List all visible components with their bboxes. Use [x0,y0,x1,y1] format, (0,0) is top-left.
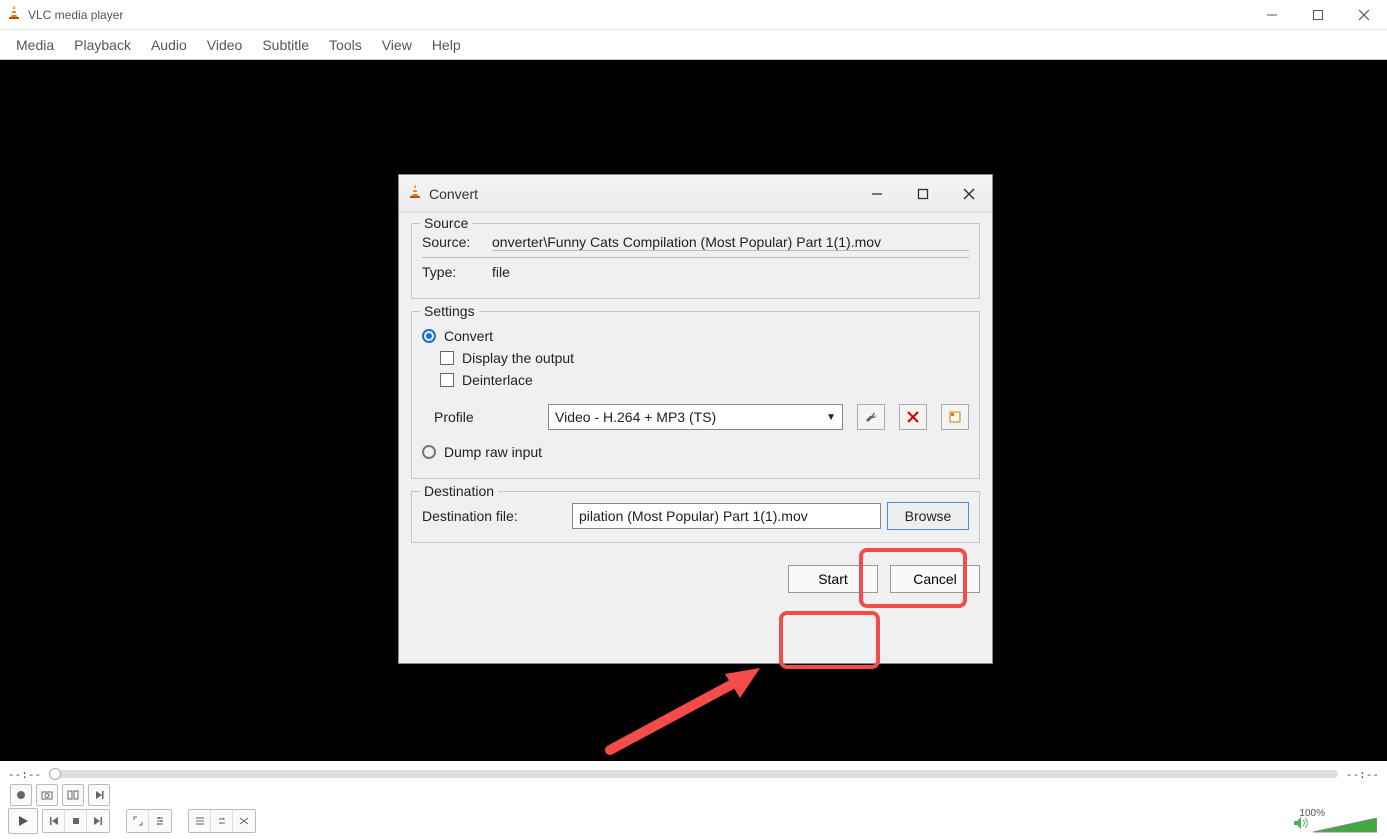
skip-controls [42,809,110,833]
new-profile-button[interactable] [941,404,969,430]
deinterlace-label: Deinterlace [462,372,533,388]
destination-file-label: Destination file: [422,508,572,524]
source-label: Source: [422,234,492,251]
settings-legend: Settings [420,303,479,319]
menu-audio[interactable]: Audio [141,33,197,57]
checkbox-icon [440,351,454,365]
edit-profile-button[interactable] [857,404,885,430]
browse-button[interactable]: Browse [887,502,969,530]
x-icon [907,411,919,423]
convert-dialog: Convert Source Source: onverter\Funny Ca… [398,174,993,664]
profile-select[interactable]: Video - H.264 + MP3 (TS) ▼ [548,404,843,430]
cancel-button[interactable]: Cancel [890,565,980,593]
menu-video[interactable]: Video [197,33,253,57]
dialog-minimize-button[interactable] [854,175,900,213]
record-button[interactable] [10,784,32,806]
speaker-icon[interactable] [1293,816,1309,835]
dump-raw-label: Dump raw input [444,444,542,460]
new-profile-icon [948,410,962,424]
elapsed-time: --:-- [8,768,41,781]
checkbox-icon [440,373,454,387]
shuffle-button[interactable] [233,810,255,832]
dialog-maximize-button[interactable] [900,175,946,213]
destination-file-value: pilation (Most Popular) Part 1(1).mov [579,508,808,524]
menu-media[interactable]: Media [6,33,64,57]
stop-button[interactable] [65,810,87,832]
next-button[interactable] [87,810,109,832]
profile-value: Video - H.264 + MP3 (TS) [555,409,716,425]
bottom-controls: --:-- --:-- 100% [0,761,1387,839]
type-label: Type: [422,264,492,280]
previous-button[interactable] [43,810,65,832]
playlist-button[interactable] [189,810,211,832]
dialog-title: Convert [429,186,854,202]
close-button[interactable] [1341,0,1387,30]
convert-radio-label: Convert [444,328,493,344]
main-titlebar: VLC media player [0,0,1387,30]
source-value: onverter\Funny Cats Compilation (Most Po… [492,234,969,251]
source-group: Source Source: onverter\Funny Cats Compi… [411,223,980,299]
volume-slider[interactable] [1313,818,1377,834]
vlc-cone-icon [6,4,22,25]
frame-step-button[interactable] [88,784,110,806]
seek-slider[interactable] [49,770,1338,778]
chevron-down-icon: ▼ [826,412,836,423]
minimize-button[interactable] [1249,0,1295,30]
menu-playback[interactable]: Playback [64,33,141,57]
dialog-close-button[interactable] [946,175,992,213]
profile-label: Profile [434,409,534,425]
deinterlace-checkbox[interactable]: Deinterlace [440,372,969,388]
convert-radio[interactable]: Convert [422,328,969,344]
menu-subtitle[interactable]: Subtitle [252,33,319,57]
window-controls [1249,0,1387,30]
type-value: file [492,264,510,280]
display-output-checkbox[interactable]: Display the output [440,350,969,366]
maximize-button[interactable] [1295,0,1341,30]
play-button[interactable] [8,808,38,834]
display-output-label: Display the output [462,350,574,366]
settings-group: Settings Convert Display the output Dein… [411,311,980,479]
destination-group: Destination Destination file: pilation (… [411,491,980,543]
wrench-icon [864,410,878,424]
dialog-titlebar: Convert [399,175,992,213]
atob-loop-button[interactable] [62,784,84,806]
menu-bar: Media Playback Audio Video Subtitle Tool… [0,30,1387,60]
dump-raw-radio[interactable]: Dump raw input [422,444,969,460]
delete-profile-button[interactable] [899,404,927,430]
extended-settings-button[interactable] [149,810,171,832]
menu-view[interactable]: View [372,33,422,57]
fullscreen-button[interactable] [127,810,149,832]
vlc-cone-icon [407,183,423,204]
destination-file-input[interactable]: pilation (Most Popular) Part 1(1).mov [572,503,881,529]
view-controls [126,809,172,833]
playlist-controls [188,809,256,833]
destination-legend: Destination [420,483,498,499]
menu-tools[interactable]: Tools [319,33,372,57]
snapshot-button[interactable] [36,784,58,806]
start-button[interactable]: Start [788,565,878,593]
menu-help[interactable]: Help [422,33,471,57]
app-title: VLC media player [28,8,1249,22]
radio-icon [422,329,436,343]
loop-button[interactable] [211,810,233,832]
source-legend: Source [420,215,472,231]
total-time: --:-- [1346,768,1379,781]
radio-icon [422,445,436,459]
